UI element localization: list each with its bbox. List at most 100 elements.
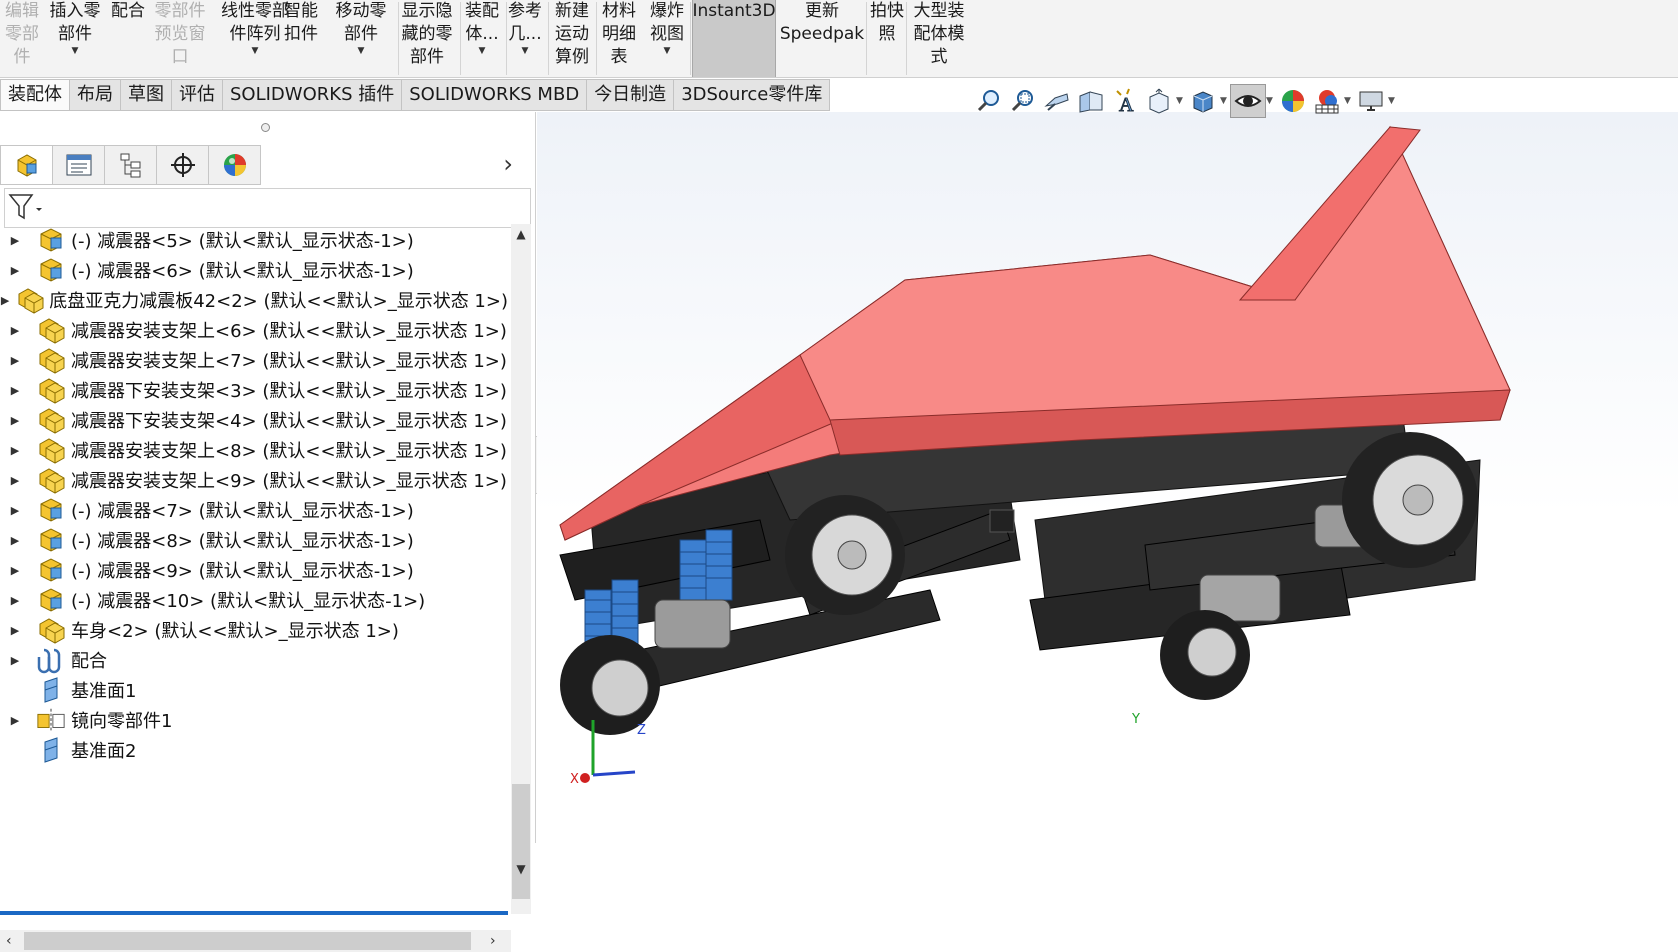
feature-tree-item[interactable]: ▶ (-) 减震器<7> (默认<默认_显示状态-1>)	[0, 494, 508, 526]
expand-arrow-icon[interactable]: ▶	[0, 624, 30, 637]
scroll-up-icon[interactable]: ▲	[511, 224, 531, 244]
horizontal-scrollbar-thumb[interactable]	[24, 932, 471, 950]
ribbon-dropdown-arrow-icon[interactable]: ▼	[479, 46, 486, 56]
feature-tree-item[interactable]: ▶ 减震器下安装支架<3> (默认<<默认>_显示状态 1>)	[0, 374, 508, 406]
ribbon-button-14[interactable]: 更新 Speedpak	[778, 0, 866, 77]
feature-tree-item[interactable]: ▶ 减震器安装支架上<8> (默认<<默认>_显示状态 1>)	[0, 434, 508, 466]
feature-tree-horizontal-scrollbar[interactable]: ‹ ›	[0, 930, 511, 952]
ribbon-button-5[interactable]: 智能 扣件	[282, 0, 320, 77]
view-settings-button[interactable]	[1354, 85, 1388, 117]
feature-tree-item[interactable]: ▶ (-) 减震器<10> (默认<默认_显示状态-1>)	[0, 584, 508, 616]
expand-arrow-icon[interactable]: ▶	[0, 504, 30, 517]
property-manager-tab[interactable]	[53, 145, 105, 185]
zoom-to-fit-button[interactable]	[972, 85, 1006, 117]
expand-arrow-icon[interactable]: ▶	[0, 324, 30, 337]
expand-arrow-icon[interactable]: ▶	[0, 474, 30, 487]
scroll-right-icon[interactable]: ›	[490, 930, 496, 952]
dynamic-annotation-button[interactable]: A	[1108, 85, 1142, 117]
ribbon-button-2[interactable]: 配合	[106, 0, 150, 77]
command-tab-2[interactable]: 草图	[121, 79, 172, 111]
dimxpert-tab[interactable]	[157, 145, 209, 185]
hide-show-items-button[interactable]	[1230, 84, 1266, 118]
ribbon-button-12[interactable]: 爆炸 视图 ▼	[644, 0, 690, 77]
ribbon-button-8[interactable]: 装配 体... ▼	[458, 0, 506, 77]
ribbon-button-1[interactable]: 插入零 部件 ▼	[46, 0, 104, 77]
scrollbar-thumb[interactable]	[512, 784, 530, 899]
rollback-bar[interactable]	[0, 911, 508, 915]
command-tab-5[interactable]: SOLIDWORKS MBD	[402, 79, 588, 111]
panel-splitter-handle[interactable]	[261, 123, 270, 132]
ribbon-dropdown-arrow-icon[interactable]: ▼	[72, 46, 79, 56]
apply-scene-button[interactable]	[1310, 85, 1344, 117]
feature-tree-item[interactable]: 基准面1	[0, 674, 508, 706]
ribbon-button-3[interactable]: 零部件 预览窗 口	[150, 0, 210, 77]
command-tab-0[interactable]: 装配体	[0, 79, 70, 111]
display-style-button[interactable]	[1186, 85, 1220, 117]
feature-tree-item[interactable]: ▶ 减震器安装支架上<6> (默认<<默认>_显示状态 1>)	[0, 314, 508, 346]
command-tab-7[interactable]: 3DSource零件库	[674, 79, 831, 111]
expand-arrow-icon[interactable]: ▶	[0, 264, 30, 277]
expand-arrow-icon[interactable]: ▶	[0, 354, 30, 367]
ribbon-button-7[interactable]: 显示隐 藏的零 部件	[396, 0, 458, 77]
previous-view-button[interactable]	[1040, 85, 1074, 117]
command-tab-4[interactable]: SOLIDWORKS 插件	[223, 79, 403, 111]
feature-tree-item[interactable]: 基准面2	[0, 734, 508, 766]
feature-tree-item[interactable]: ▶ (-) 减震器<6> (默认<默认_显示状态-1>)	[0, 254, 508, 286]
section-view-button[interactable]	[1074, 85, 1108, 117]
expand-arrow-icon[interactable]: ▶	[0, 564, 30, 577]
subassembly-icon	[36, 556, 66, 584]
feature-tree-item[interactable]: ▶ 减震器下安装支架<4> (默认<<默认>_显示状态 1>)	[0, 404, 508, 436]
ribbon-button-13[interactable]: Instant3D	[692, 0, 776, 77]
feature-tree-item[interactable]: ▶ (-) 减震器<8> (默认<默认_显示状态-1>)	[0, 524, 508, 556]
property-manager-icon	[66, 154, 91, 176]
feature-tree-vertical-scrollbar[interactable]: ▲ ▼	[511, 224, 531, 914]
panel-more-tabs-chevron-icon[interactable]: ›	[503, 150, 513, 178]
feature-tree-item[interactable]: ▶ 镜向零部件1	[0, 704, 508, 736]
feature-tree-item[interactable]: ▶ 减震器安装支架上<9> (默认<<默认>_显示状态 1>)	[0, 464, 508, 496]
graphics-area[interactable]: Y Z X	[537, 112, 1678, 843]
ribbon-dropdown-arrow-icon[interactable]: ▼	[252, 46, 259, 56]
feature-tree-item[interactable]: ▶ 车身<2> (默认<<默认>_显示状态 1>)	[0, 614, 508, 646]
ribbon-button-11[interactable]: 材料 明细 表	[596, 0, 642, 77]
view-settings-dropdown-icon[interactable]: ▼	[1388, 96, 1398, 106]
feature-manager-tab[interactable]	[0, 145, 53, 185]
view-orientation-button[interactable]	[1142, 85, 1176, 117]
ribbon-button-15[interactable]: 拍快 照	[868, 0, 906, 77]
expand-arrow-icon[interactable]: ▶	[0, 654, 30, 667]
zoom-to-area-button[interactable]	[1006, 85, 1040, 117]
edit-appearance-button[interactable]	[1276, 85, 1310, 117]
command-tab-6[interactable]: 今日制造	[587, 79, 675, 111]
scroll-left-icon[interactable]: ‹	[6, 930, 12, 952]
feature-tree-filter[interactable]	[4, 188, 531, 228]
hide-show-dropdown-icon[interactable]: ▼	[1266, 96, 1276, 106]
display-style-dropdown-icon[interactable]: ▼	[1220, 96, 1230, 106]
feature-tree-item[interactable]: ▶ 底盘亚克力减震板42<2> (默认<<默认>_显示状态 1>)	[0, 284, 508, 316]
command-tab-3[interactable]: 评估	[172, 79, 223, 111]
ribbon-button-16[interactable]: 大型装 配体模 式	[906, 0, 972, 77]
command-tab-1[interactable]: 布局	[70, 79, 121, 111]
ribbon-dropdown-arrow-icon[interactable]: ▼	[522, 46, 529, 56]
configuration-manager-tab[interactable]	[105, 145, 157, 185]
ribbon-button-9[interactable]: 参考 几... ▼	[506, 0, 544, 77]
expand-arrow-icon[interactable]: ▶	[0, 414, 30, 427]
expand-arrow-icon[interactable]: ▶	[0, 444, 30, 457]
ribbon-dropdown-arrow-icon[interactable]: ▼	[664, 46, 671, 56]
feature-tree-item[interactable]: ▶ 配合	[0, 644, 508, 676]
scroll-down-icon[interactable]: ▼	[511, 859, 531, 879]
view-orientation-dropdown-icon[interactable]: ▼	[1176, 96, 1186, 106]
expand-arrow-icon[interactable]: ▶	[0, 294, 10, 307]
feature-tree-item[interactable]: ▶ (-) 减震器<5> (默认<默认_显示状态-1>)	[0, 224, 508, 256]
expand-arrow-icon[interactable]: ▶	[0, 384, 30, 397]
feature-tree-item[interactable]: ▶ (-) 减震器<9> (默认<默认_显示状态-1>)	[0, 554, 508, 586]
expand-arrow-icon[interactable]: ▶	[0, 534, 30, 547]
ribbon-dropdown-arrow-icon[interactable]: ▼	[358, 46, 365, 56]
ribbon-button-0[interactable]: 编辑 零部 件	[0, 0, 44, 77]
feature-tree-item[interactable]: ▶ 减震器安装支架上<7> (默认<<默认>_显示状态 1>)	[0, 344, 508, 376]
ribbon-button-10[interactable]: 新建 运动 算例	[548, 0, 596, 77]
expand-arrow-icon[interactable]: ▶	[0, 234, 30, 247]
expand-arrow-icon[interactable]: ▶	[0, 714, 30, 727]
display-manager-tab[interactable]	[209, 145, 261, 185]
expand-arrow-icon[interactable]: ▶	[0, 594, 30, 607]
apply-scene-dropdown-icon[interactable]: ▼	[1344, 96, 1354, 106]
ribbon-button-6[interactable]: 移动零 部件 ▼	[332, 0, 390, 77]
